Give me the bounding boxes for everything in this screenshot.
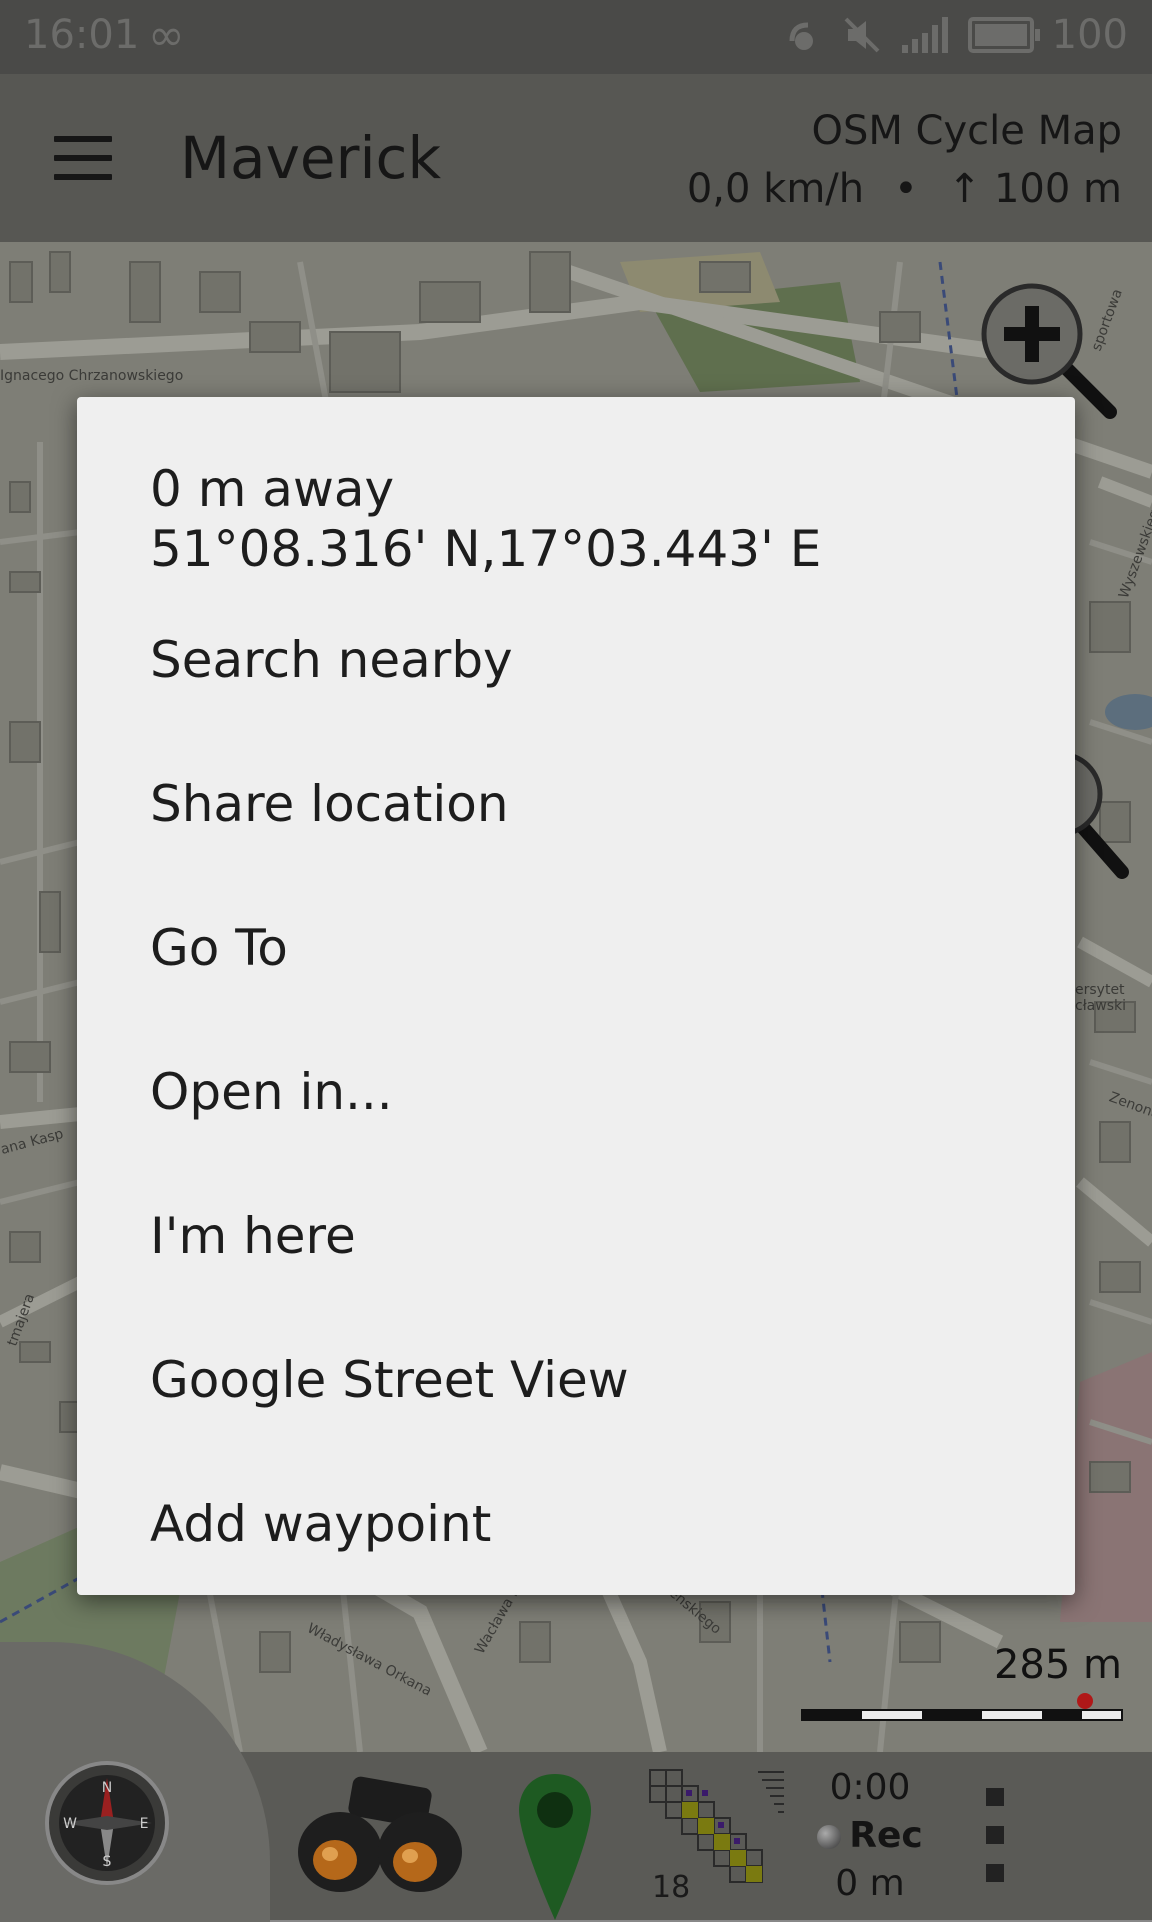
menu-item-label: Add waypoint — [150, 1495, 492, 1553]
menu-item-search-nearby[interactable]: Search nearby — [77, 587, 1075, 731]
menu-item-label: Search nearby — [150, 631, 513, 689]
menu-item-label: Google Street View — [150, 1351, 629, 1409]
menu-item-label: I'm here — [150, 1207, 356, 1265]
menu-item-open-in[interactable]: Open in... — [77, 1019, 1075, 1163]
menu-item-label: Open in... — [150, 1063, 393, 1121]
menu-item-im-here[interactable]: I'm here — [77, 1163, 1075, 1307]
location-context-dialog: 0 m away 51°08.316' N,17°03.443' E Searc… — [77, 397, 1075, 1595]
menu-item-label: Share location — [150, 775, 509, 833]
menu-item-add-waypoint[interactable]: Add waypoint — [77, 1451, 1075, 1595]
distance-away: 0 m away — [150, 460, 395, 518]
menu-item-google-street-view[interactable]: Google Street View — [77, 1307, 1075, 1451]
coordinates: 51°08.316' N,17°03.443' E — [150, 520, 822, 578]
menu-item-label: Go To — [150, 919, 288, 977]
menu-item-share-location[interactable]: Share location — [77, 731, 1075, 875]
menu-item-go-to[interactable]: Go To — [77, 875, 1075, 1019]
dialog-header: 0 m away 51°08.316' N,17°03.443' E — [150, 459, 821, 579]
